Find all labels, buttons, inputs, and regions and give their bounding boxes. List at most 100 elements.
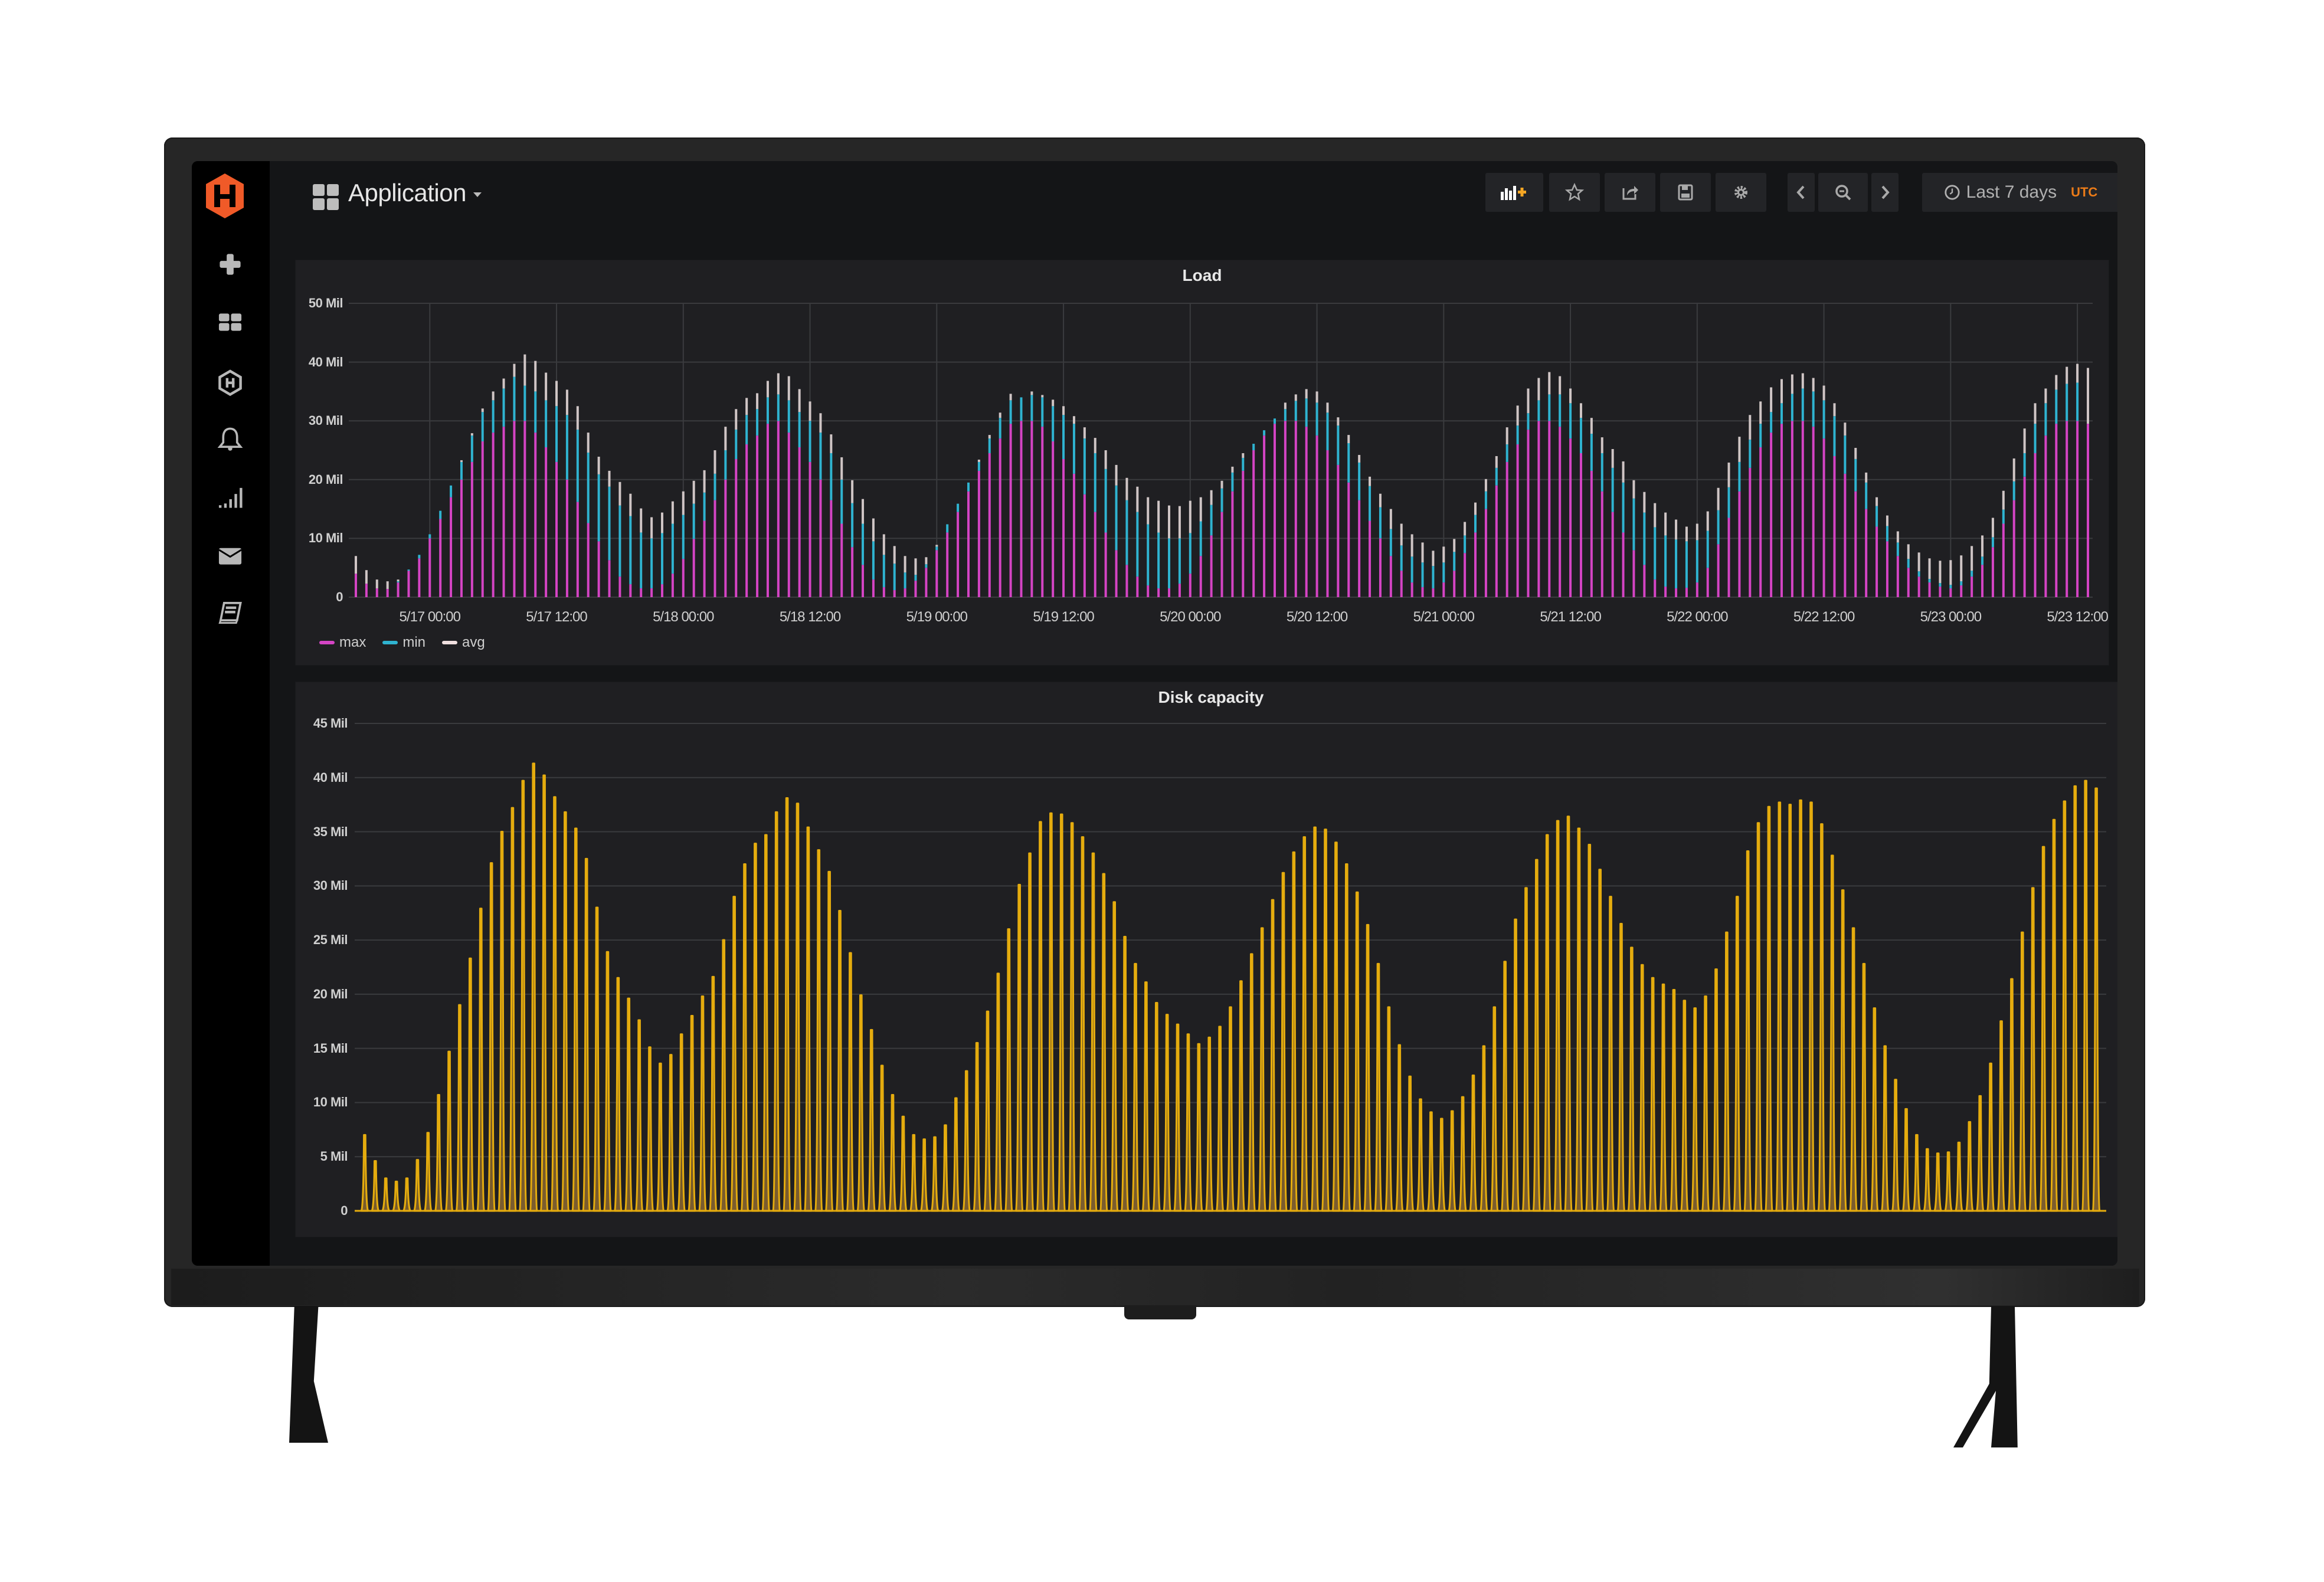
add-panel-button[interactable] [1485,173,1543,212]
time-range-picker[interactable]: Last 7 days UTC [1922,173,2117,212]
disk-spike [1173,1023,1182,1212]
disk-spike [1405,1075,1415,1212]
disk-spike [1004,928,1013,1212]
disk-spike [888,1093,897,1212]
settings-button[interactable] [1716,173,1766,212]
disk-spike [835,909,845,1212]
disk-spike [1479,1045,1488,1212]
load-chart[interactable] [296,260,2109,665]
disk-spike [1204,1036,1214,1212]
disk-spike [1289,851,1298,1212]
legend-item-avg[interactable]: avg [442,634,485,651]
disk-spike [1099,873,1108,1212]
disk-spike [1616,922,1626,1212]
sidebar-item-create[interactable] [215,250,245,279]
disk-spike [1870,1007,1879,1212]
disk-spike [962,1070,971,1212]
disk-spike [529,762,538,1212]
disk-spike [476,908,486,1212]
disk-spike [899,1115,908,1212]
disk-spike [1944,1151,1953,1212]
disk-spike [1152,1001,1161,1212]
legend-label-avg: avg [462,634,485,650]
disk-spike [1986,1062,1995,1212]
star-icon [1564,182,1585,201]
disk-spike [656,1062,665,1212]
top-bar: Application Last 7 days UTC [270,161,2117,220]
legend-item-max[interactable]: max [319,634,366,651]
zoom-out-button[interactable] [1818,173,1868,212]
monitor-button-notch [1124,1305,1196,1319]
disk-capacity-panel[interactable]: Disk capacity 05 Mil 10 Mil 15 Mil 20 Mil 25… [295,682,2117,1237]
legend-swatch-avg [442,641,458,644]
dashboard-picker[interactable]: Application [348,179,482,207]
disk-spike [1849,927,1858,1212]
monitor-stand-left [289,1306,328,1443]
disk-spike [878,1065,886,1212]
envelope-icon [218,548,242,565]
screen: Application Last 7 days UTC Load 0 10 Mi… [192,161,2117,1266]
disk-spike [455,1004,464,1212]
load-panel[interactable]: Load 0 10 Mil 20 Mil 30 Mil 40 Mil 50 Mil 5/1… [295,260,2109,666]
sidebar [192,161,270,1266]
disk-spike [983,1010,992,1212]
disk-spike [814,849,823,1212]
zoom-out-icon [1835,185,1851,201]
signal-bars-icon [218,487,243,508]
disk-spike [719,939,728,1212]
disk-spike [1923,1148,1932,1212]
disk-spike [1500,961,1510,1212]
sidebar-item-statistics[interactable] [215,483,245,512]
disk-spike [2050,818,2058,1212]
disk-spike [497,830,506,1212]
sidebar-item-dashboards[interactable] [215,307,245,337]
disk-spike [1374,962,1383,1212]
disk-spike [1046,812,1056,1212]
legend-label-min: min [402,634,426,650]
star-button[interactable] [1549,173,1600,212]
disk-spike [624,997,633,1212]
disk-spike [677,1033,686,1212]
monitor-stand-right [1953,1306,2018,1447]
disk-spike [434,1093,443,1212]
disk-spike [783,797,791,1212]
share-button[interactable] [1605,173,1655,212]
disk-spike [729,896,739,1212]
disk-spike [824,870,834,1212]
save-button[interactable] [1660,173,1711,212]
disk-spike [2028,887,2038,1212]
disk-spike [2091,787,2101,1212]
disk-spike [423,1132,433,1212]
disk-spike [550,796,559,1212]
disk-spike [1078,836,1087,1212]
disk-spike [1806,801,1816,1212]
disk-spike [919,1138,929,1212]
plus-icon [220,254,241,275]
time-back-button[interactable] [1788,173,1815,212]
disk-spike [1511,918,1520,1212]
disk-spike [1426,1111,1436,1212]
dashboard-title: Application [348,179,466,207]
disk-spike [1775,801,1784,1212]
refresh-button[interactable] [2109,173,2117,212]
disk-spike [1448,1110,1457,1212]
timezone-badge: UTC [2071,185,2098,199]
disk-spike [994,972,1003,1212]
disk-spike [1490,1006,1499,1212]
disk-spike [360,1134,369,1212]
hexagon-h-logo[interactable] [204,172,246,220]
disk-capacity-chart[interactable] [296,682,2117,1237]
disk-spike [751,843,760,1212]
disk-spike [930,1136,940,1212]
disk-spike [973,1041,981,1212]
book-icon [218,602,242,624]
sidebar-item-docs[interactable] [215,598,245,627]
sidebar-item-explore[interactable] [215,368,245,397]
sidebar-item-messages[interactable] [215,541,245,571]
disk-spike [603,951,612,1212]
legend-item-min[interactable]: min [382,634,425,651]
disk-spike [1733,896,1742,1212]
sidebar-item-alerting[interactable] [215,424,245,454]
time-forward-button[interactable] [1871,173,1899,212]
legend-swatch-max [319,641,335,644]
